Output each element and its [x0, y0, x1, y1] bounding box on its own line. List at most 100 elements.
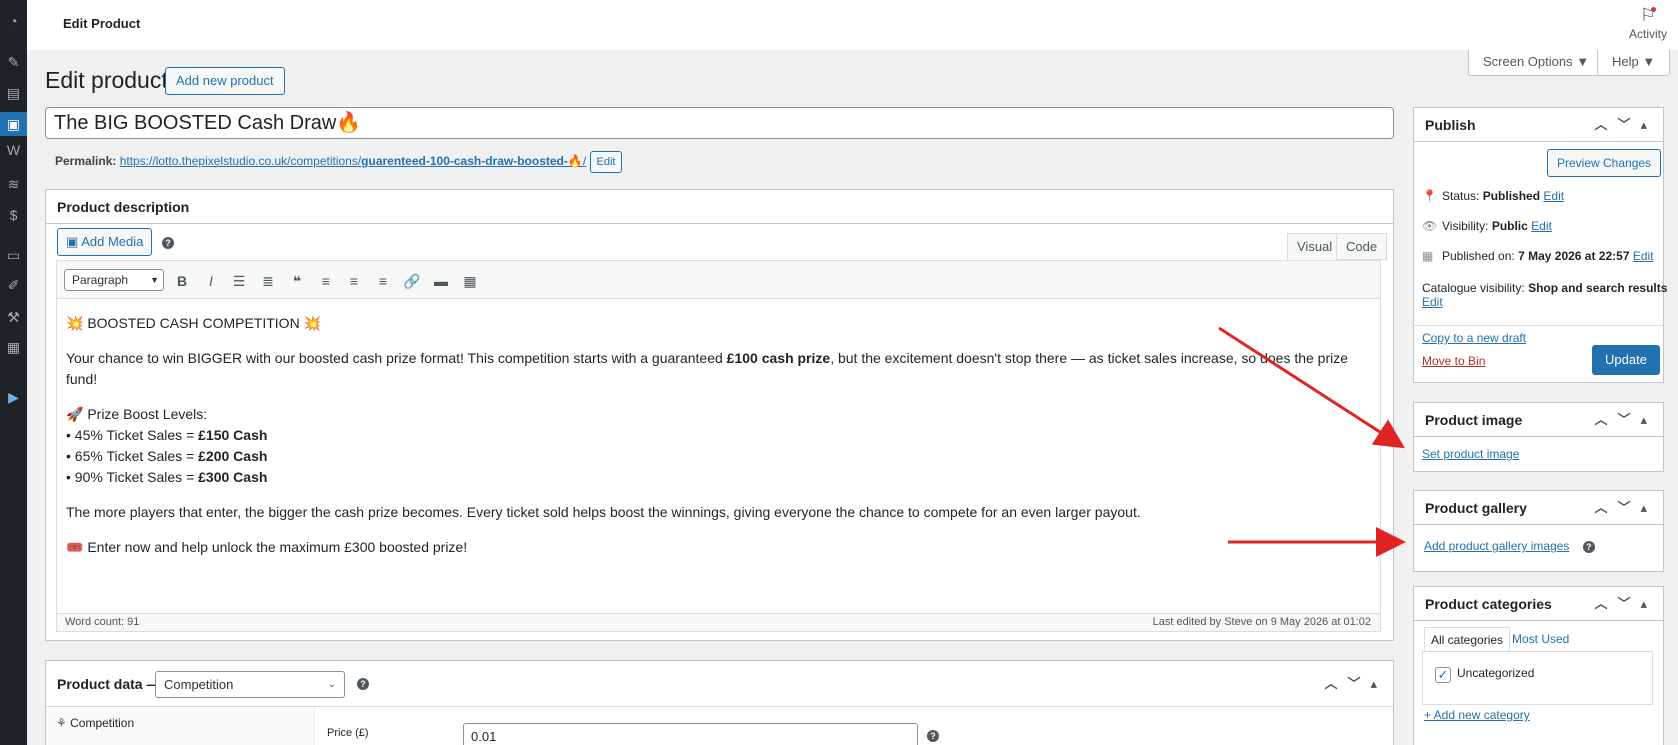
media-icon: ▣: [66, 234, 79, 249]
posts-icon[interactable]: ✎: [0, 50, 27, 74]
link-icon[interactable]: 🔗: [400, 269, 424, 293]
add-media-button[interactable]: ▣ Add Media: [57, 228, 153, 256]
box-handles[interactable]: ︿﹀▴: [1594, 403, 1657, 437]
italic-icon[interactable]: I: [199, 269, 223, 293]
published-edit-link[interactable]: Edit: [1633, 249, 1654, 263]
products-icon[interactable]: ▣: [0, 112, 27, 136]
add-new-category-link[interactable]: + Add new category: [1424, 708, 1530, 722]
toolbar-toggle-icon[interactable]: ▦: [458, 269, 482, 293]
eye-icon: 👁: [1422, 219, 1438, 233]
content-bold: £100 cash prize: [726, 350, 831, 366]
tab-visual[interactable]: Visual: [1287, 233, 1343, 260]
visibility-label: Visibility:: [1442, 219, 1489, 233]
bold-icon[interactable]: B: [170, 269, 194, 293]
box-handles[interactable]: ︿﹀▴: [1594, 587, 1657, 621]
copy-draft-link[interactable]: Copy to a new draft: [1422, 331, 1526, 345]
read-more-icon[interactable]: ▬: [429, 269, 453, 293]
product-categories-title: Product categories: [1425, 596, 1552, 612]
flag-icon: ⚐: [1639, 5, 1657, 25]
editor-status-bar: Word count: 91 Last edited by Steve on 9…: [57, 613, 1380, 631]
content-text: Your chance to win BIGGER with our boost…: [66, 350, 727, 366]
format-select[interactable]: Paragraph ▼: [64, 269, 164, 291]
set-product-image-link[interactable]: Set product image: [1422, 447, 1519, 461]
dollar-icon[interactable]: $: [0, 203, 27, 227]
category-list: ✓ Uncategorized: [1422, 651, 1653, 705]
visibility-edit-link[interactable]: Edit: [1531, 219, 1552, 233]
published-row: ▦ Published on: 7 May 2026 at 22:57 Edit: [1422, 249, 1654, 263]
editor-content[interactable]: 💥 BOOSTED CASH COMPETITION 💥 Your chance…: [57, 299, 1380, 586]
plugins-icon[interactable]: ⚒: [0, 305, 27, 329]
tab-competition[interactable]: ⚘ Competition: [56, 716, 134, 730]
box-handles[interactable]: ︿﹀▴: [1594, 108, 1657, 142]
help-icon[interactable]: ?: [1582, 541, 1595, 553]
align-center-icon[interactable]: ≡: [342, 269, 366, 293]
update-button[interactable]: Update: [1592, 345, 1660, 375]
tab-all-categories[interactable]: All categories: [1424, 627, 1511, 653]
content-paragraph: 🎟️ Enter now and help unlock the maximum…: [66, 539, 468, 555]
play-icon[interactable]: ▶: [0, 385, 27, 409]
activity-button[interactable]: ⚐ Activity: [1618, 3, 1678, 41]
uncategorized-checkbox[interactable]: ✓: [1435, 667, 1451, 683]
permalink-base-link[interactable]: https://lotto.thepixelstudio.co.uk/compe…: [120, 154, 361, 168]
settings-icon[interactable]: ▦: [0, 335, 27, 359]
top-bar: Edit Product ⚐ Activity: [27, 0, 1678, 50]
align-right-icon[interactable]: ≡: [371, 269, 395, 293]
help-icon[interactable]: ?: [357, 678, 369, 690]
catalogue-value: Shop and search results: [1528, 281, 1668, 295]
status-edit-link[interactable]: Edit: [1543, 189, 1564, 203]
catalogue-row: Catalogue visibility: Shop and search re…: [1422, 281, 1667, 309]
product-gallery-box: Product gallery ︿﹀▴: [1413, 490, 1664, 572]
add-gallery-images-link[interactable]: Add product gallery images: [1424, 539, 1569, 553]
editor: Paragraph ▼ B I ☰ ≣ ❝ ≡ ≡ ≡ 🔗 ▬ ▦ 💥 BOOST…: [56, 260, 1381, 632]
permalink-tail[interactable]: /: [583, 154, 586, 168]
tab-most-used[interactable]: Most Used: [1506, 627, 1575, 651]
help-icon[interactable]: ?: [162, 237, 174, 249]
numbered-list-icon[interactable]: ≣: [256, 269, 280, 293]
status-label: Status:: [1442, 189, 1480, 203]
product-type-select[interactable]: Competition ⌄: [155, 671, 345, 698]
wallet-icon[interactable]: ▭: [0, 243, 27, 267]
admin-sidebar: ◔ ✎ ▤ ▣ W ≋ $ ▭ ✐ ⚒ ▦ ▶: [0, 0, 27, 745]
bullet-list-icon[interactable]: ☰: [227, 269, 251, 293]
help-icon[interactable]: ?: [927, 730, 939, 742]
tab-code[interactable]: Code: [1336, 233, 1388, 260]
level-amount: £300 Cash: [198, 469, 268, 485]
content-heading: 💥 BOOSTED CASH COMPETITION 💥: [66, 315, 321, 331]
add-media-label: Add Media: [81, 234, 144, 249]
calendar-icon: ▦: [1422, 249, 1434, 263]
align-left-icon[interactable]: ≡: [314, 269, 338, 293]
help-button[interactable]: Help ▼: [1597, 50, 1671, 76]
content-paragraph: The more players that enter, the bigger …: [66, 504, 1141, 520]
preview-changes-button[interactable]: Preview Changes: [1547, 149, 1662, 177]
screen-options-button[interactable]: Screen Options ▼: [1468, 50, 1605, 76]
page-title: Edit product: [45, 67, 168, 93]
add-new-product-button[interactable]: Add new product: [165, 67, 285, 95]
product-data-tabs: ⚘ Competition: [46, 708, 315, 745]
caret-down-icon: ▼: [150, 275, 159, 285]
catalogue-edit-link[interactable]: Edit: [1422, 295, 1443, 309]
blockquote-icon[interactable]: ❝: [285, 269, 309, 293]
price-input[interactable]: 0.01: [463, 723, 918, 745]
move-to-bin-link[interactable]: Move to Bin: [1422, 354, 1485, 368]
editor-toolbar: Paragraph ▼ B I ☰ ≣ ❝ ≡ ≡ ≡ 🔗 ▬ ▦: [57, 261, 1380, 299]
tools-icon[interactable]: ✐: [0, 273, 27, 297]
box-handles[interactable]: ︿﹀▴: [1594, 491, 1657, 525]
product-title-input[interactable]: The BIG BOOSTED Cash Draw🔥: [45, 107, 1394, 139]
box-handles[interactable]: ︿﹀▴: [1324, 661, 1387, 707]
product-description-title-text: Product description: [57, 199, 190, 215]
chevron-down-icon: ⌄: [327, 679, 336, 690]
move-bin-row: Move to Bin: [1422, 354, 1485, 368]
catalogue-label: Catalogue visibility:: [1422, 281, 1525, 295]
stack-icon[interactable]: ≋: [0, 172, 27, 196]
pages-icon[interactable]: ▤: [0, 81, 27, 105]
copy-draft-row: Copy to a new draft: [1422, 331, 1526, 345]
tab-competition-label: Competition: [70, 716, 135, 730]
permalink-edit-button[interactable]: Edit: [589, 151, 623, 173]
prize-levels-title: 🚀 Prize Boost Levels:: [66, 406, 208, 422]
woocommerce-icon[interactable]: W: [0, 138, 27, 162]
dashboard-icon[interactable]: ◔: [0, 9, 27, 33]
format-select-value: Paragraph: [72, 273, 129, 287]
level-text: • 45% Ticket Sales =: [66, 427, 199, 443]
permalink-slug-link[interactable]: guarenteed-100-cash-draw-boosted-🔥: [361, 154, 583, 168]
product-image-title: Product image: [1425, 412, 1523, 428]
